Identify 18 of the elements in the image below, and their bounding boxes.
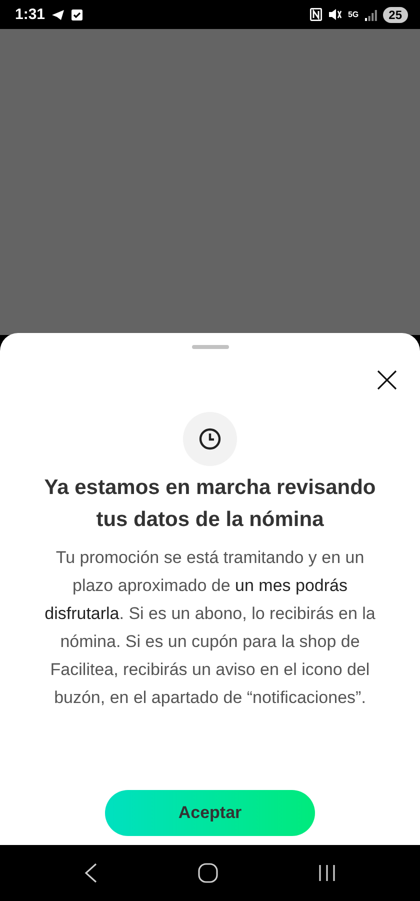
clock-time: 1:31	[15, 6, 46, 23]
clock-icon	[198, 427, 222, 451]
paper-plane-icon	[51, 8, 66, 20]
close-icon	[377, 370, 397, 390]
close-button[interactable]	[377, 370, 397, 390]
sheet-message: Tu promoción se está tramitando y en un plazo aproximado de un mes podrás disfrutarla. Si es un abono, lo recibirás en la nómina. Si es un cupón para la shop de Facilitea, recibirás un aviso en el icono del buzón, en el apartado de “notificaciones”.	[44, 547, 376, 709]
recents-icon[interactable]	[318, 864, 336, 882]
checkbox-icon	[71, 8, 84, 20]
nfc-icon	[310, 8, 322, 21]
network-type: 5G	[348, 10, 359, 18]
signal-icon	[364, 8, 377, 20]
drag-handle[interactable]	[192, 345, 228, 349]
back-icon[interactable]	[84, 863, 98, 883]
battery-level: 25	[382, 6, 408, 22]
accept-button[interactable]: Aceptar	[105, 790, 315, 836]
home-icon[interactable]	[198, 863, 218, 883]
mute-icon	[328, 8, 342, 21]
sheet-title: Ya estamos en marcha revisando tus datos de la nómina	[43, 475, 377, 533]
